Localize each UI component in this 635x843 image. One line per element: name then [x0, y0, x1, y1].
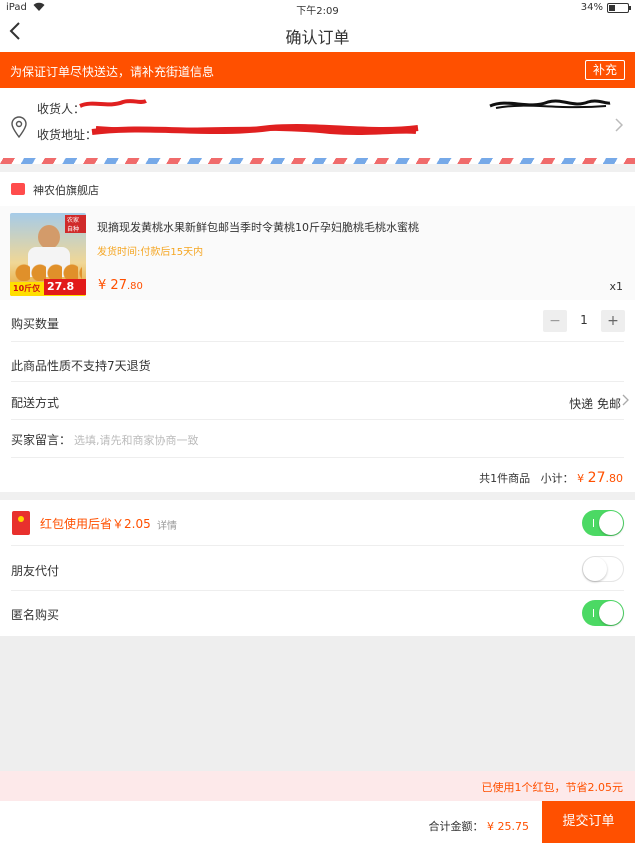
subtotal-row: 共1件商品 小计： ¥ 27.80 — [0, 458, 635, 492]
friend-pay-label: 朋友代付 — [11, 564, 60, 578]
submit-order-button[interactable]: 提交订单 — [542, 801, 635, 843]
total-amount: ¥ 25.75 — [487, 820, 529, 833]
envelope-border — [0, 158, 635, 164]
anonymous-row: 匿名购买 — [0, 591, 635, 636]
redpack-toggle[interactable] — [582, 510, 624, 536]
no-return-text: 此商品性质不支持7天退货 — [11, 359, 151, 373]
location-pin-icon — [10, 116, 28, 139]
message-input[interactable] — [74, 432, 604, 448]
notice-banner: 为保证订单尽快送达，请补充街道信息 补充 — [0, 52, 635, 88]
delivery-value: 快递 免邮 — [569, 397, 621, 411]
delivery-row[interactable]: 配送方式 快递 免邮 — [0, 382, 635, 420]
total-label: 合计金额： — [428, 820, 484, 833]
redpack-detail-link[interactable]: 详情 — [157, 517, 177, 532]
decrease-button[interactable]: − — [543, 310, 567, 332]
phone-redaction — [489, 99, 611, 109]
subtotal: 共1件商品 小计： ¥ 27.80 — [479, 470, 623, 486]
increase-button[interactable]: + — [601, 310, 625, 332]
notice-text: 为保证订单尽快送达，请补充街道信息 — [10, 65, 215, 79]
product-item[interactable]: 农家自种 10斤仅 27.8元 现摘现发黄桃水果新鲜包邮当季时令黄桃10斤孕妇脆… — [0, 206, 635, 300]
anonymous-label: 匿名购买 — [11, 608, 60, 622]
supplement-button[interactable]: 补充 — [585, 60, 625, 80]
item-count: 共1件商品 — [479, 472, 531, 485]
bottom-bar: 合计金额： ¥ 25.75 提交订单 — [0, 801, 635, 843]
tmall-logo-icon — [11, 183, 25, 195]
quantity-value: 1 — [580, 313, 588, 327]
battery-icon — [607, 3, 631, 13]
clock: 下午2:09 — [296, 6, 339, 17]
friend-pay-toggle[interactable] — [582, 556, 624, 582]
delivery-label: 配送方式 — [11, 396, 60, 410]
redpack-text: 红包使用后省￥2.05 — [40, 517, 151, 531]
message-row: 买家留言： — [0, 420, 635, 458]
quantity-row: 购买数量 − 1 + — [0, 300, 635, 342]
product-image: 农家自种 10斤仅 27.8元 — [10, 213, 86, 296]
friend-pay-row: 朋友代付 — [0, 546, 635, 591]
address-label: 收货地址： — [37, 128, 98, 142]
status-bar: iPad 下午2:09 34% — [0, 0, 635, 17]
shop-name: 神农伯旗舰店 — [33, 184, 99, 197]
redpack-row: 红包使用后省￥2.05 详情 — [0, 500, 635, 546]
anonymous-toggle[interactable] — [582, 600, 624, 626]
savings-bar: 已使用1个红包，节省2.05元 — [0, 771, 635, 801]
product-image-badge: 农家自种 — [65, 215, 86, 233]
savings-text: 已使用1个红包，节省2.05元 — [481, 781, 624, 794]
subtotal-amount: ¥ 27.80 — [577, 470, 623, 486]
address-redaction — [91, 124, 419, 135]
shop-header[interactable]: 神农伯旗舰店 — [0, 172, 635, 206]
recipient-redaction — [79, 99, 147, 108]
total: 合计金额： ¥ 25.75 — [429, 818, 530, 834]
product-quantity: x1 — [609, 280, 623, 293]
subtotal-label: 小计： — [540, 472, 574, 485]
battery-percent: 34% — [580, 2, 603, 13]
page-title: 确认订单 — [285, 28, 350, 47]
no-return-row: 此商品性质不支持7天退货 — [0, 342, 635, 382]
nav-bar: 确认订单 — [0, 16, 635, 52]
product-image-promo-price: 27.8元 — [44, 279, 86, 295]
chevron-right-icon — [622, 394, 629, 409]
empty-area — [0, 636, 635, 771]
chevron-right-icon — [615, 118, 624, 136]
message-label: 买家留言： — [11, 433, 72, 447]
ship-time: 发货时间:付款后15天内 — [97, 247, 204, 258]
quantity-label: 购买数量 — [11, 317, 60, 331]
product-price: ¥ 27.80 — [98, 278, 143, 293]
address-card[interactable]: 收货人： 收货地址： — [0, 88, 635, 158]
red-packet-icon — [12, 511, 30, 535]
product-title: 现摘现发黄桃水果新鲜包邮当季时令黄桃10斤孕妇脆桃毛桃水蜜桃 — [97, 221, 419, 234]
